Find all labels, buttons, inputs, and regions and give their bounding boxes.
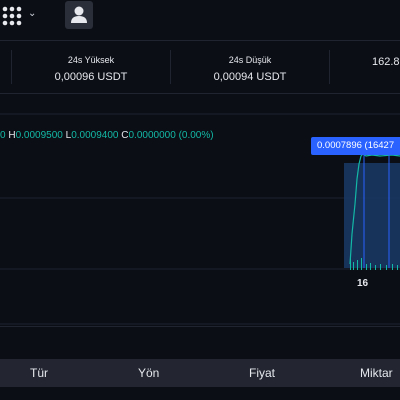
ohlc-high-key: H bbox=[8, 130, 16, 141]
market-stats: 24s Yüksek 0,00096 USDT 24s Düşük 0,0009… bbox=[0, 50, 400, 84]
chart-area-fill bbox=[344, 163, 400, 268]
stat-left bbox=[0, 50, 10, 84]
stat-value: 162.8 bbox=[372, 56, 400, 68]
column-header-amount[interactable]: Miktar bbox=[360, 366, 393, 380]
column-header-price[interactable]: Fiyat bbox=[249, 366, 275, 380]
divider bbox=[329, 50, 330, 84]
ohlc-close-key: C bbox=[121, 130, 129, 141]
stat-volume: 162.8 bbox=[330, 50, 400, 84]
chevron-down-icon[interactable]: ⌄ bbox=[28, 8, 36, 19]
user-icon bbox=[71, 6, 87, 23]
orders-table-header: Tür Yön Fiyat Miktar bbox=[0, 359, 400, 387]
divider bbox=[11, 50, 12, 84]
stat-value: 0,00094 USDT bbox=[213, 71, 287, 83]
stat-value: 0,00096 USDT bbox=[54, 71, 128, 83]
apps-grid-icon[interactable] bbox=[2, 6, 24, 26]
column-header-side[interactable]: Yön bbox=[138, 366, 159, 380]
current-price-tag: 0.0007896 (16427 bbox=[311, 137, 400, 155]
ohlc-readout: 0 H0.0009500 L0.0009400 C0.0000000 (0.00… bbox=[0, 130, 214, 141]
price-chart[interactable] bbox=[0, 84, 400, 344]
divider bbox=[0, 326, 400, 327]
table-body bbox=[0, 387, 400, 400]
column-header-type[interactable]: Tür bbox=[30, 366, 48, 380]
ohlc-close-value: 0.0000000 bbox=[128, 130, 176, 141]
ohlc-low-value: 0.0009400 bbox=[71, 130, 119, 141]
ohlc-change: (0.00%) bbox=[178, 130, 214, 141]
stat-label: 24s Düşük bbox=[228, 55, 272, 65]
stat-24h-low: 24s Düşük 0,00094 USDT bbox=[171, 50, 329, 84]
divider bbox=[0, 40, 400, 41]
divider bbox=[170, 50, 171, 84]
top-bar: ⌄ bbox=[0, 0, 400, 40]
x-axis-tick: 16 bbox=[357, 278, 369, 289]
ohlc-open-value: 0 bbox=[0, 130, 6, 141]
stat-label: 24s Yüksek bbox=[67, 55, 115, 65]
ohlc-high-value: 0.0009500 bbox=[15, 130, 63, 141]
user-button[interactable] bbox=[65, 1, 93, 29]
stat-24h-high: 24s Yüksek 0,00096 USDT bbox=[12, 50, 170, 84]
